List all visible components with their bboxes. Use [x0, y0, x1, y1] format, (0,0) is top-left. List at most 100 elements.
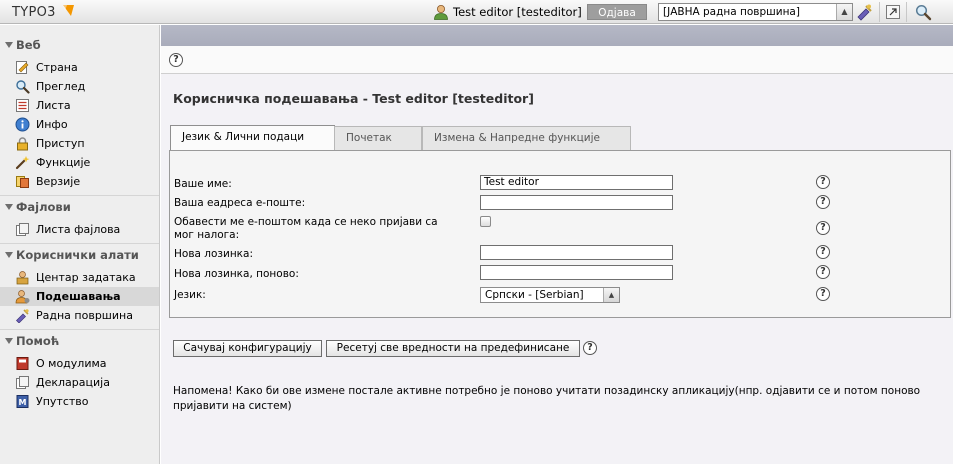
nav-group-files[interactable]: Фајлови — [0, 198, 159, 216]
svg-text:M: M — [19, 398, 27, 407]
workspace-tools-icon[interactable] — [856, 3, 874, 21]
nav-item-user-settings[interactable]: Подешавања — [0, 287, 159, 306]
content-area: ? Корисничка подешавања - Test editor [t… — [161, 25, 953, 464]
nav-item-label: Центар задатака — [36, 271, 136, 284]
notify-label: Обавести ме е-поштом када се неко пријав… — [174, 216, 438, 241]
help-icon[interactable]: ? — [816, 245, 830, 259]
workspace-icon — [16, 309, 29, 323]
nav-item-label: Верзије — [36, 175, 81, 188]
magnifier-icon — [16, 80, 30, 94]
help-icon[interactable]: ? — [816, 195, 830, 209]
nav-item-functions[interactable]: Функције — [0, 153, 159, 172]
nav-group-help[interactable]: Помоћ — [0, 332, 159, 350]
folder-icon — [16, 223, 29, 236]
open-new-window-icon[interactable] — [885, 4, 901, 20]
nav-item-label: Инфо — [36, 118, 68, 131]
nav-item-label: Радна површина — [36, 309, 133, 322]
name-label: Ваше име: — [174, 178, 232, 190]
toolbar-divider — [879, 2, 880, 22]
nav-item-label: Приступ — [36, 137, 85, 150]
nav-item-label: О модулима — [36, 357, 107, 370]
notify-checkbox[interactable] — [480, 216, 491, 227]
tab-language-personal[interactable]: Језик & Лични подаци — [170, 125, 335, 151]
help-icon[interactable]: ? — [583, 341, 597, 355]
language-select-value: Српски - [Serbian] — [485, 289, 584, 301]
user-icon — [434, 5, 448, 20]
name-field[interactable]: Test editor — [480, 175, 673, 190]
page-icon — [16, 61, 29, 74]
email-field[interactable] — [480, 195, 673, 210]
page-title: Корисничка подешавања - Test editor [tes… — [173, 91, 534, 106]
help-icon[interactable]: ? — [169, 53, 183, 67]
language-label: Језик: — [174, 289, 206, 301]
password-field[interactable] — [480, 245, 673, 260]
reset-button[interactable]: Ресетуј све вредности на предефинисане — [326, 340, 580, 357]
save-button[interactable]: Сачувај конфигурацију — [173, 340, 322, 357]
password-label: Нова лозинка: — [174, 248, 254, 260]
module-menu: Веб Страна Преглед Листа Инфо Приступ Фу… — [0, 25, 160, 464]
nav-item-filelist[interactable]: Листа фајлова — [0, 220, 159, 239]
chevron-down-icon: ▲ — [836, 4, 852, 20]
wand-icon — [15, 156, 30, 170]
settings-form: Ваше име: Test editor ? Ваша еадреса е-п… — [169, 150, 951, 318]
workspace-select-value: [ЈАВНА радна површина] — [663, 6, 800, 18]
tab-startup[interactable]: Почетак — [334, 126, 422, 150]
nav-item-access[interactable]: Приступ — [0, 134, 159, 153]
user-settings-icon — [15, 290, 30, 304]
typo3-logo[interactable]: TYPO3 — [12, 4, 75, 20]
help-icon[interactable]: ? — [816, 265, 830, 279]
nav-item-page[interactable]: Страна — [0, 58, 159, 77]
nav-item-view[interactable]: Преглед — [0, 77, 159, 96]
versions-icon — [16, 176, 29, 188]
lock-icon — [17, 137, 28, 151]
toolbar-divider — [906, 2, 907, 22]
book-icon — [16, 357, 29, 370]
password-repeat-label: Нова лозинка, поново: — [174, 268, 299, 280]
nav-item-declaration[interactable]: Декларација — [0, 373, 159, 392]
logo-text: TYPO3 — [12, 5, 56, 20]
nav-item-info[interactable]: Инфо — [0, 115, 159, 134]
email-label: Ваша еадреса е-поште: — [174, 197, 306, 209]
doc-header: ? — [161, 46, 953, 74]
content-top-strip — [161, 25, 953, 46]
logout-button[interactable]: Одјава — [587, 4, 647, 20]
document-icon — [16, 376, 29, 389]
nav-divider — [0, 329, 159, 330]
help-icon[interactable]: ? — [816, 287, 830, 301]
language-select[interactable]: Српски - [Serbian] ▲ — [480, 287, 620, 303]
nav-item-label: Декларација — [36, 376, 110, 389]
nav-item-label: Упутство — [36, 395, 89, 408]
search-icon[interactable] — [914, 3, 932, 21]
user-menu[interactable]: Test editor [testeditor] — [433, 3, 582, 21]
nav-divider — [0, 195, 159, 196]
restart-note: Напомена! Како би ове измене постале акт… — [173, 385, 921, 412]
nav-item-workspace[interactable]: Радна површина — [0, 306, 159, 325]
chevron-down-icon: ▲ — [603, 288, 619, 302]
nav-item-about-modules[interactable]: О модулима — [0, 354, 159, 373]
nav-item-list[interactable]: Листа — [0, 96, 159, 115]
typo3-logo-icon — [63, 5, 75, 16]
nav-item-label: Подешавања — [36, 290, 121, 303]
manual-icon: M — [16, 395, 29, 408]
workspace-select[interactable]: [ЈАВНА радна површина] ▲ — [658, 3, 853, 21]
user-name: Test editor [testeditor] — [453, 5, 582, 19]
nav-group-web[interactable]: Веб — [0, 36, 159, 54]
help-icon[interactable]: ? — [816, 175, 830, 189]
nav-item-manual[interactable]: M Упутство — [0, 392, 159, 411]
password-repeat-field[interactable] — [480, 265, 673, 280]
nav-divider — [0, 243, 159, 244]
nav-item-label: Листа — [36, 99, 71, 112]
top-bar: TYPO3 Test editor [testeditor] Одјава [Ј… — [0, 0, 953, 24]
nav-item-versions[interactable]: Верзије — [0, 172, 159, 191]
tab-edit-advanced[interactable]: Измена & Напредне функције — [422, 126, 631, 150]
help-icon[interactable]: ? — [816, 221, 830, 235]
nav-item-label: Листа фајлова — [36, 223, 121, 236]
list-icon — [16, 99, 29, 112]
nav-item-label: Преглед — [36, 80, 86, 93]
nav-item-taskcenter[interactable]: Центар задатака — [0, 268, 159, 287]
nav-item-label: Функције — [36, 156, 91, 169]
info-icon — [15, 117, 30, 132]
nav-item-label: Страна — [36, 61, 78, 74]
taskcenter-icon — [16, 271, 29, 285]
nav-group-user-tools[interactable]: Кориснички алати — [0, 246, 159, 264]
